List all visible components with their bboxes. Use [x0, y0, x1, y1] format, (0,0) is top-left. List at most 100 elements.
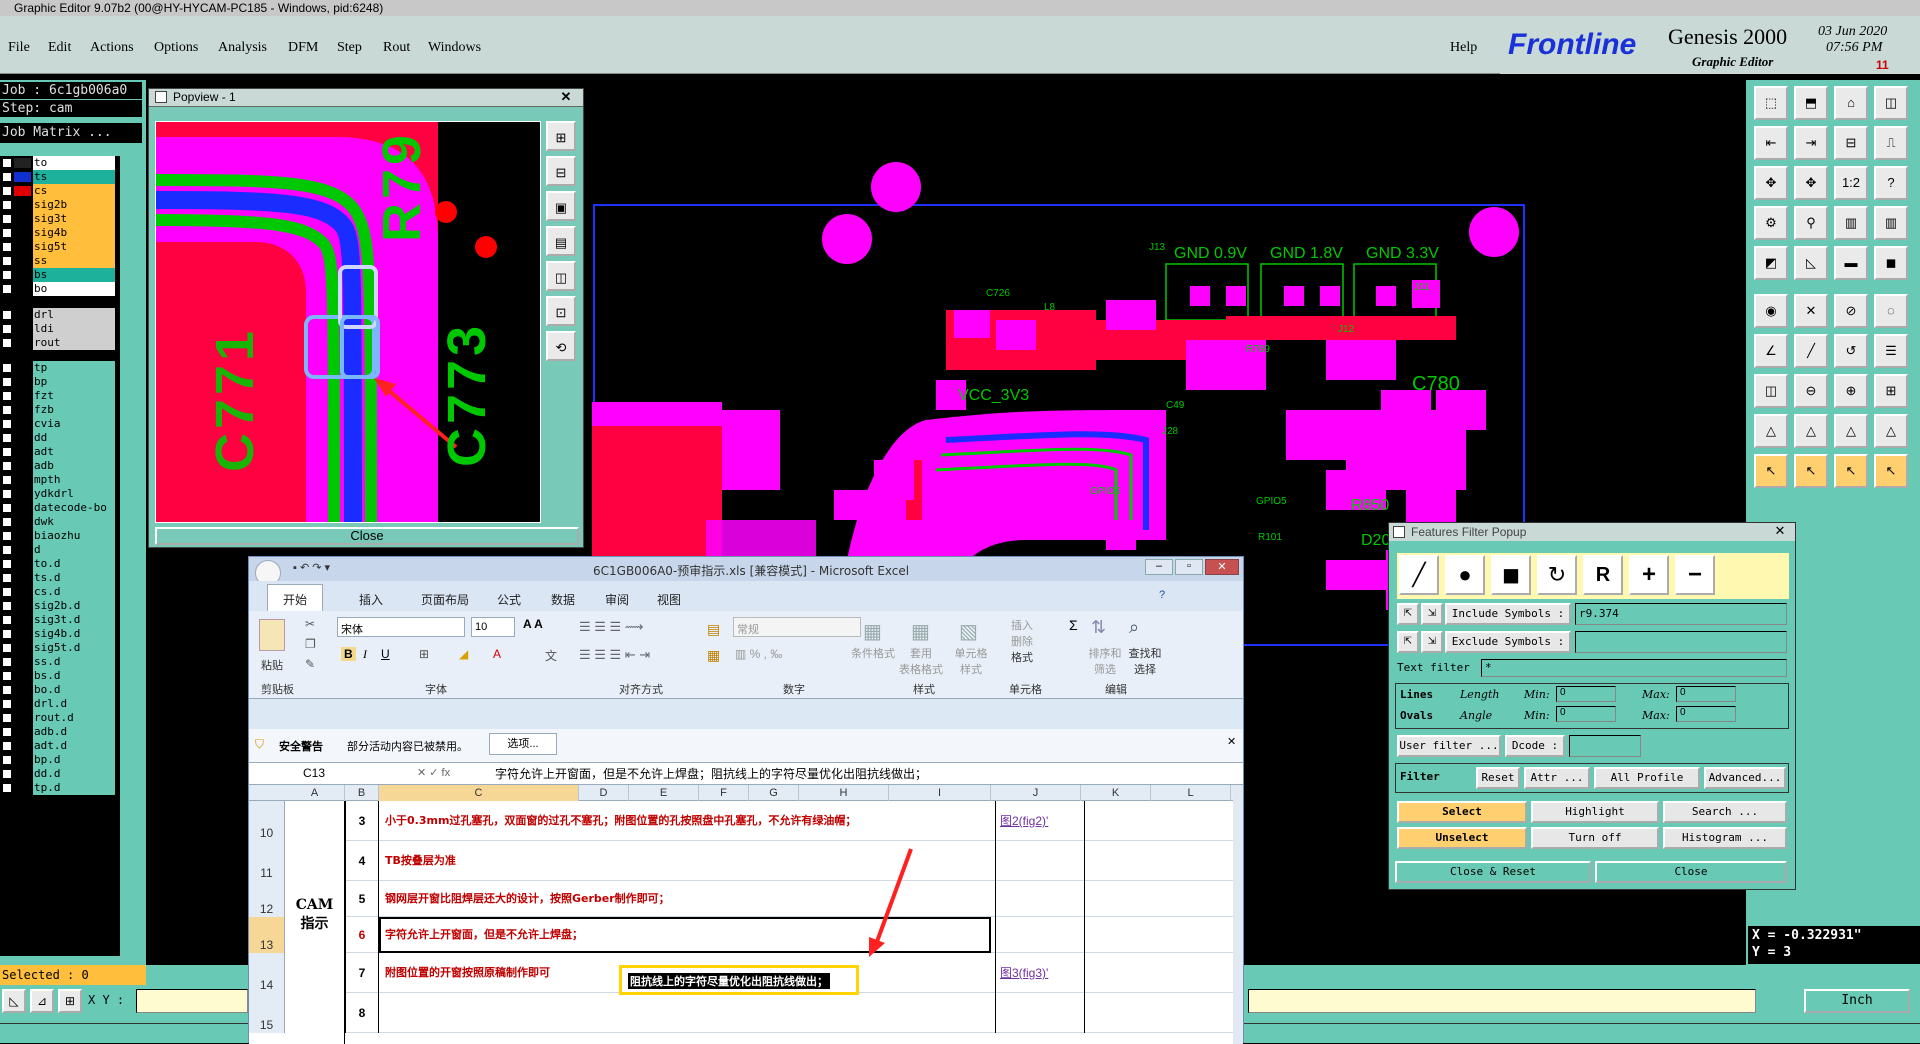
layer-checkbox[interactable]: [2, 338, 12, 348]
layer-name[interactable]: ydkdrl: [33, 487, 115, 501]
angle-checkbox[interactable]: Angle: [1460, 709, 1492, 722]
bold-button[interactable]: B: [341, 647, 356, 661]
layer-checkbox[interactable]: [2, 158, 12, 168]
layer-color-swatch[interactable]: [14, 214, 31, 224]
tab-formulas[interactable]: 公式: [497, 591, 521, 608]
arrow-icon[interactable]: ⇲: [1421, 631, 1443, 653]
line-icon[interactable]: ╱: [1399, 555, 1439, 595]
length-max-field[interactable]: 0: [1676, 686, 1736, 702]
layer-checkbox[interactable]: [2, 405, 12, 415]
layer-color-swatch[interactable]: [14, 377, 31, 387]
menu-options[interactable]: Options: [154, 40, 198, 56]
arrow-icon[interactable]: ⇱: [1397, 603, 1419, 625]
home-icon[interactable]: ⌂: [1834, 86, 1868, 120]
layer-row[interactable]: ss: [0, 254, 116, 268]
layer-checkbox[interactable]: [2, 489, 12, 499]
column-header[interactable]: G: [749, 785, 799, 801]
layer-checkbox[interactable]: [2, 573, 12, 583]
layers2-icon[interactable]: ▥: [1874, 206, 1908, 240]
layer-checkbox[interactable]: [2, 310, 12, 320]
unselect-button[interactable]: Unselect: [1397, 827, 1527, 849]
layer-checkbox[interactable]: [2, 755, 12, 765]
layer-checkbox[interactable]: [2, 783, 12, 793]
triangle4-icon[interactable]: △: [1874, 414, 1908, 448]
pointer-icon[interactable]: ↖: [1754, 454, 1788, 488]
layer-checkbox[interactable]: [2, 545, 12, 555]
menu-windows[interactable]: Windows: [428, 40, 481, 56]
cam-instruction-cell[interactable]: CAM 指示: [285, 801, 345, 1044]
menu-help[interactable]: Help: [1450, 40, 1477, 56]
layer-name[interactable]: to: [33, 156, 115, 170]
sort-filter-label[interactable]: 排序和 筛选: [1085, 645, 1125, 677]
layer-color-swatch[interactable]: [14, 769, 31, 779]
histogram-button[interactable]: Histogram ...: [1663, 827, 1787, 849]
zoom-out-icon[interactable]: ⊟: [546, 156, 576, 186]
circle-icon[interactable]: ◌: [1874, 294, 1908, 328]
intersect-icon[interactable]: ⊘: [1834, 294, 1868, 328]
layer-name[interactable]: dd.d: [33, 767, 115, 781]
ovals-checkbox[interactable]: Ovals: [1400, 709, 1433, 722]
pad-icon[interactable]: ●: [1445, 555, 1485, 595]
layer-color-swatch[interactable]: [14, 783, 31, 793]
layer-checkbox[interactable]: [2, 629, 12, 639]
layer-name[interactable]: fzb: [33, 403, 115, 417]
layer-color-swatch[interactable]: [14, 405, 31, 415]
table-format-icon[interactable]: ▦: [911, 619, 930, 644]
close-button[interactable]: Close: [1595, 861, 1787, 883]
layer-name[interactable]: mpth: [33, 473, 115, 487]
close-icon[interactable]: ✕: [553, 89, 579, 105]
layer-name[interactable]: ts: [33, 170, 115, 184]
layer-name[interactable]: adb.d: [33, 725, 115, 739]
fit-icon[interactable]: ◫: [546, 261, 576, 291]
grid-icon[interactable]: ⊞: [58, 989, 82, 1013]
layer-row[interactable]: bs.d: [0, 669, 116, 683]
angle-min-field[interactable]: 0: [1556, 706, 1616, 722]
round-icon[interactable]: ◉: [1754, 294, 1788, 328]
layer-checkbox[interactable]: [2, 242, 12, 252]
layer-name[interactable]: ss.d: [33, 655, 115, 669]
layer-name[interactable]: adt.d: [33, 739, 115, 753]
layer-checkbox[interactable]: [2, 685, 12, 695]
pan-right-icon[interactable]: ⇥: [1794, 126, 1828, 160]
percent-icons[interactable]: ▥ % , ‰: [735, 647, 782, 661]
layer-row[interactable]: sig5t: [0, 240, 116, 254]
close-icon[interactable]: ✕: [1205, 559, 1239, 575]
scale-icon[interactable]: 1:2: [1834, 166, 1868, 200]
layer-row[interactable]: fzt: [0, 389, 116, 403]
refresh-icon[interactable]: ⟲: [546, 331, 576, 361]
zoom-home-icon[interactable]: ⎍: [1874, 126, 1908, 160]
cell-j-link[interactable]: [995, 881, 1085, 917]
dcode-button[interactable]: Dcode :: [1505, 735, 1565, 757]
layer-row[interactable]: bs: [0, 268, 116, 282]
tab-insert[interactable]: 插入: [359, 591, 383, 608]
layer-row[interactable]: bo: [0, 282, 116, 296]
layer-checkbox[interactable]: [2, 643, 12, 653]
layer-color-swatch[interactable]: [14, 391, 31, 401]
layer-name[interactable]: datecode-bo: [33, 501, 115, 515]
layer-checkbox[interactable]: [2, 559, 12, 569]
column-header[interactable]: I: [889, 785, 991, 801]
column-header[interactable]: F: [699, 785, 749, 801]
layer-name[interactable]: biaozhu: [33, 529, 115, 543]
column-header[interactable]: A: [285, 785, 345, 801]
menu-rout[interactable]: Rout: [383, 40, 410, 56]
row-header[interactable]: 15: [249, 993, 285, 1033]
select-area-icon[interactable]: ◩: [1754, 246, 1788, 280]
zoom-layer-icon[interactable]: ⊟: [1834, 126, 1868, 160]
layer-color-swatch[interactable]: [14, 242, 31, 252]
layer-row[interactable]: sig2b: [0, 198, 116, 212]
tab-review[interactable]: 审阅: [605, 591, 629, 608]
layer-color-swatch[interactable]: [14, 545, 31, 555]
filter-checkbox[interactable]: Filter: [1400, 770, 1440, 783]
layer-name[interactable]: bs: [33, 268, 115, 282]
tab-data[interactable]: 数据: [551, 591, 575, 608]
layer-checkbox[interactable]: [2, 186, 12, 196]
layer-name[interactable]: drl: [33, 308, 115, 322]
layer-color-swatch[interactable]: [14, 671, 31, 681]
cell-j-link[interactable]: 图3(fig3)': [995, 953, 1085, 993]
layer-checkbox[interactable]: [2, 377, 12, 387]
layer-name[interactable]: sig4b.d: [33, 627, 115, 641]
menu-step[interactable]: Step: [337, 40, 362, 56]
exclude-symbols-button[interactable]: Exclude Symbols :: [1445, 631, 1571, 653]
lines-checkbox[interactable]: Lines: [1400, 688, 1433, 701]
